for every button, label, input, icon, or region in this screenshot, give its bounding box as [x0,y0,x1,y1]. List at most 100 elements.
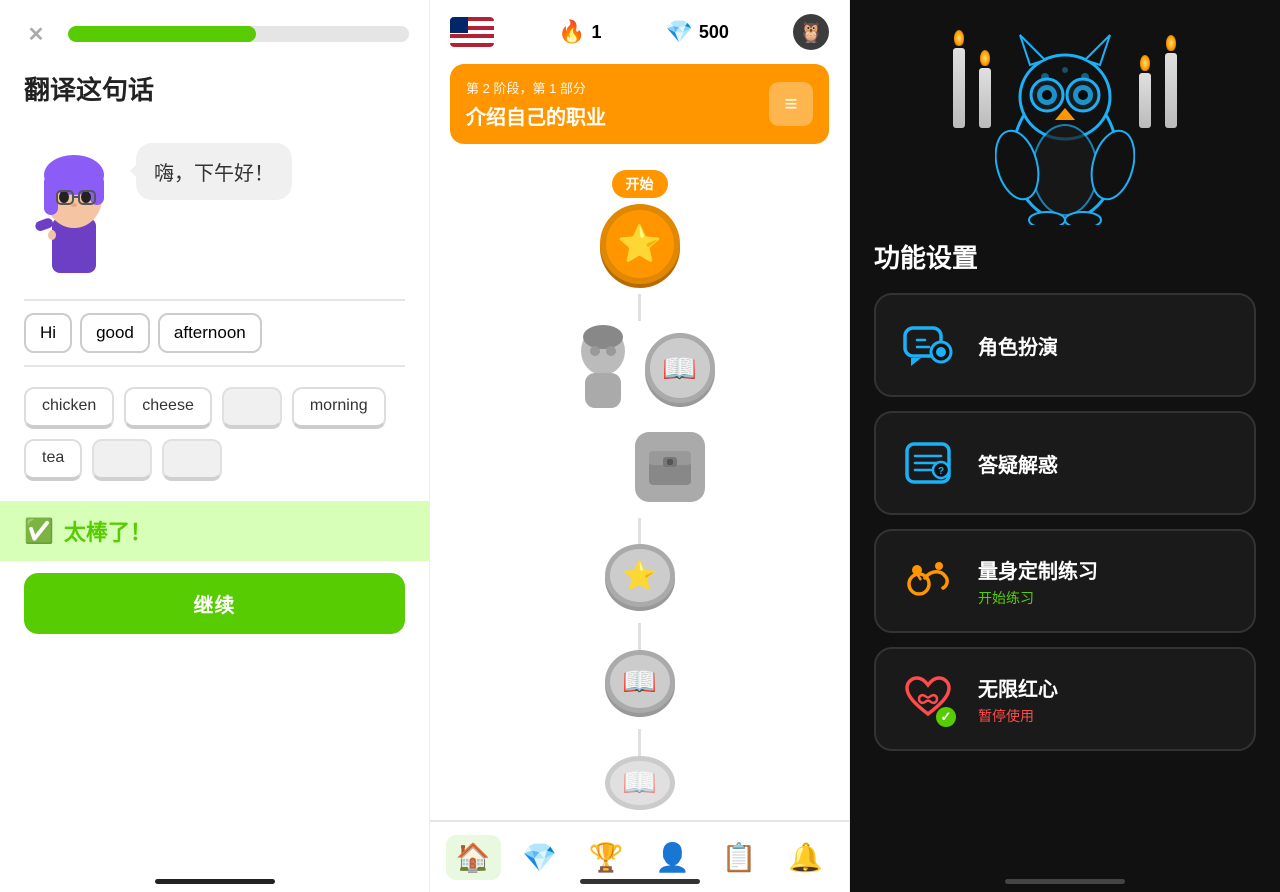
map-connector-2 [638,518,641,545]
gems-icon: 💎 [522,841,557,874]
qa-texts: 答疑解惑 [978,449,1234,478]
candle-left-medium [979,50,991,128]
nav-tasks[interactable]: 📋 [712,835,767,880]
bottom-home-indicator-mid [580,879,700,884]
word-chip-morning[interactable]: morning [292,387,386,429]
trophy-icon: 🏆 [589,841,624,874]
home-icon: 🏠 [456,841,491,874]
map-connector-1 [638,294,641,321]
us-flag-icon[interactable] [450,17,494,47]
profile-icon: 👤 [655,841,690,874]
speech-bubble: 嗨，下午好！ [136,143,292,200]
map-node-start[interactable]: 开始 ⭐ [600,170,680,284]
candle-left-tall [953,30,965,128]
right-top-decor [850,0,1280,230]
custom-texts: 量身定制练习 开始练习 [978,555,1234,608]
map-node-chest[interactable] [635,432,705,502]
candle-flame [1140,55,1150,71]
candle-flame [1166,35,1176,51]
user-avatar[interactable]: 🦉 [793,14,829,50]
heart-check-icon: ✓ [936,707,956,727]
candle-right-tall [1165,35,1177,128]
tasks-icon: 📋 [722,841,757,874]
section-menu-button[interactable]: ≡ [769,82,813,126]
success-checkmark-icon: ✅ [24,517,54,546]
nav-trophy[interactable]: 🏆 [579,835,634,880]
map-connector-3 [638,623,641,650]
gem-count: 500 [699,22,729,43]
word-chip-tea[interactable]: tea [24,439,82,481]
map-node-book2[interactable]: 📖 [605,650,675,713]
candle-body [1139,73,1151,128]
svg-text:?: ? [938,466,944,477]
word-options-area: chicken cheese morning tea [0,367,429,501]
section-title: 介绍自己的职业 [466,101,606,130]
word-chip-chicken[interactable]: chicken [24,387,114,429]
candle-body [953,48,965,128]
nav-home[interactable]: 🏠 [446,835,501,880]
nav-profile[interactable]: 👤 [645,835,700,880]
map-row-book: 📖 [565,321,715,416]
candle-body [1165,53,1177,128]
qa-name: 答疑解惑 [978,449,1234,478]
roleplay-name: 角色扮演 [978,331,1234,360]
gem-icon: 💎 [665,19,692,45]
custom-icon-wrap [896,549,960,613]
section-banner[interactable]: 第 2 阶段，第 1 部分 介绍自己的职业 ≡ [450,64,829,144]
map-connector-4 [638,729,641,756]
candle-flame [980,50,990,66]
roleplay-icon-wrap [896,313,960,377]
map-node-book[interactable]: 📖 [645,333,715,403]
bottom-home-indicator-right [1005,879,1125,884]
candle-right-medium [1139,55,1151,128]
map-node-partial: 📖 [605,756,675,810]
right-content: 功能设置 角色扮演 [850,230,1280,871]
spacer-character [565,321,645,416]
character-avatar [24,123,124,283]
bell-icon: 🔔 [788,841,823,874]
qa-icon-wrap: ? [896,431,960,495]
menu-lines-icon: ≡ [785,91,798,117]
feature-card-qa[interactable]: ? 答疑解惑 [874,411,1256,515]
flame-count: 1 [591,22,601,43]
roleplay-texts: 角色扮演 [978,331,1234,360]
right-panel: 功能设置 角色扮演 [850,0,1280,892]
answer-area[interactable]: Hi good afternoon [24,299,405,367]
feature-card-custom[interactable]: 量身定制练习 开始练习 [874,529,1256,633]
gem-stat: 💎 500 [665,19,728,45]
word-chip-empty-3 [162,439,222,481]
speech-text: 嗨，下午好！ [154,163,274,185]
heart-icon-wrap: ✓ [896,667,960,731]
nav-bell[interactable]: 🔔 [778,835,833,880]
selected-word-good[interactable]: good [80,313,150,353]
start-label: 开始 [612,170,668,198]
flame-icon: 🔥 [558,19,585,45]
map-area: 开始 ⭐ 📖 [430,160,849,820]
mid-header: 🔥 1 💎 500 🦉 [430,0,849,64]
selected-word-afternoon[interactable]: afternoon [158,313,262,353]
character-area: 嗨，下午好！ [0,123,429,299]
selected-word-hi[interactable]: Hi [24,313,72,353]
left-panel: ✕ 翻译这句话 [0,0,430,892]
word-chip-cheese[interactable]: cheese [124,387,212,429]
left-header: ✕ [0,0,429,60]
custom-sub: 开始练习 [978,588,1234,608]
success-text: 太棒了！ [64,515,152,547]
translate-title: 翻译这句话 [0,60,429,123]
heart-texts: 无限红心 暂停使用 [978,673,1234,726]
word-chip-empty-1 [222,387,282,429]
map-row-chest [635,432,705,502]
continue-button[interactable]: 继续 [24,573,405,634]
mascot-owl [995,25,1135,230]
progress-bar-fill [68,26,256,42]
flag-union [450,17,468,33]
nav-gems[interactable]: 💎 [512,835,567,880]
map-node-star[interactable]: ⭐ [605,544,675,607]
features-title: 功能设置 [874,238,1256,275]
heart-sub: 暂停使用 [978,706,1234,726]
feature-card-roleplay[interactable]: 角色扮演 [874,293,1256,397]
close-button[interactable]: ✕ [20,18,52,50]
feature-card-heart[interactable]: ✓ 无限红心 暂停使用 [874,647,1256,751]
start-circle[interactable]: ⭐ [600,204,680,284]
success-banner: ✅ 太棒了！ [0,501,429,561]
